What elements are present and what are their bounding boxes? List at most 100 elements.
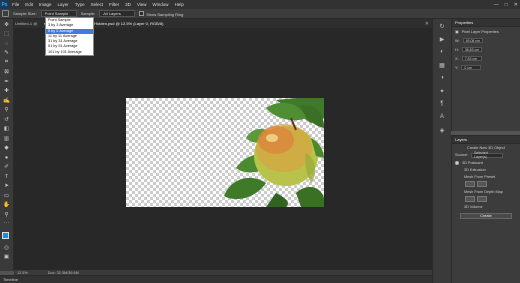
quick-select-tool-icon[interactable]: ✎ bbox=[2, 50, 11, 58]
x-label: X: bbox=[455, 56, 459, 61]
layers-panel: Layers Create New 3D Object Source: Sele… bbox=[451, 135, 520, 283]
option-3d-volume[interactable]: 3D Volume bbox=[452, 203, 520, 210]
width-row: W: 49.08 cm bbox=[452, 36, 520, 45]
zoom-level[interactable]: 12.5% bbox=[17, 271, 28, 275]
swatches-panel-icon[interactable]: ▦ bbox=[438, 61, 446, 69]
color-panel-icon[interactable]: ◐ bbox=[438, 48, 446, 56]
character-panel-icon[interactable]: A bbox=[438, 113, 446, 121]
photoshop-logo[interactable]: Ps bbox=[0, 0, 9, 9]
menu-filter[interactable]: Filter bbox=[106, 2, 122, 7]
pixel-layer-properties-title: Pixel Layer Properties bbox=[461, 29, 499, 34]
source-select[interactable]: Selected Layer(s) bbox=[471, 151, 504, 159]
menu-help[interactable]: Help bbox=[172, 2, 187, 7]
y-field[interactable]: 0 cm bbox=[461, 65, 482, 70]
menu-file[interactable]: File bbox=[9, 2, 22, 7]
layers-tab[interactable]: Layers bbox=[452, 136, 520, 144]
source-row: Source: Selected Layer(s) bbox=[452, 151, 520, 159]
source-label: Source: bbox=[455, 153, 469, 157]
option-3d-postcard[interactable]: 3D Postcard bbox=[452, 159, 520, 166]
styles-panel-icon[interactable]: ✦ bbox=[438, 87, 446, 95]
x-row: X: 7.83 cm bbox=[452, 54, 520, 63]
width-label: W: bbox=[455, 38, 460, 43]
close-tab-icon[interactable]: ✕ bbox=[425, 21, 429, 27]
menu-3d[interactable]: 3D bbox=[122, 2, 134, 7]
more-tools-icon[interactable]: ⋯ bbox=[2, 221, 11, 229]
option-label: 3D Extrusion bbox=[464, 167, 486, 172]
sample-select[interactable]: All Layers bbox=[99, 10, 136, 17]
history-brush-tool-icon[interactable]: ↺ bbox=[2, 116, 11, 124]
menu-image[interactable]: Image bbox=[36, 2, 55, 7]
path-selection-tool-icon[interactable]: ➤ bbox=[2, 183, 11, 191]
depth-map-thumbnail[interactable] bbox=[477, 196, 487, 202]
menu-layer[interactable]: Layer bbox=[55, 2, 72, 7]
menu-window[interactable]: Window bbox=[150, 2, 172, 7]
menu-select[interactable]: Select bbox=[88, 2, 107, 7]
lasso-tool-icon[interactable]: ◌ bbox=[2, 40, 11, 48]
x-field[interactable]: 7.83 cm bbox=[461, 56, 482, 61]
depth-map-thumbnail[interactable] bbox=[465, 196, 475, 202]
pixel-layer-icon: ▣ bbox=[455, 30, 459, 34]
preset-thumbnail[interactable] bbox=[465, 181, 475, 187]
show-sampling-ring-checkbox[interactable]: Show Sampling Ring bbox=[139, 10, 184, 17]
blur-tool-icon[interactable]: ◆ bbox=[2, 145, 11, 153]
3d-panel-icon[interactable]: ◈ bbox=[438, 126, 446, 134]
document-size[interactable]: Doc: 32.3M/36.6M bbox=[48, 271, 79, 275]
quick-mask-icon[interactable]: ◎ bbox=[2, 244, 11, 252]
move-tool-icon[interactable]: ✥ bbox=[2, 21, 11, 29]
eyedropper-tool-icon[interactable]: ✒ bbox=[2, 78, 11, 86]
sample-size-label: Sample Size: bbox=[13, 11, 37, 16]
timeline-panel: Timeline bbox=[0, 275, 432, 283]
sample-size-select[interactable]: Point Sample bbox=[40, 10, 77, 17]
dropdown-option[interactable]: 101 by 101 Average bbox=[46, 50, 93, 55]
eyedropper-preset-icon[interactable] bbox=[2, 10, 9, 17]
y-row: Y: 0 cm bbox=[452, 63, 520, 72]
menu-type[interactable]: Type bbox=[72, 2, 88, 7]
gradient-tool-icon[interactable]: ▥ bbox=[2, 135, 11, 143]
properties-tab[interactable]: Properties bbox=[452, 19, 520, 27]
healing-brush-tool-icon[interactable]: ✚ bbox=[2, 88, 11, 96]
option-label: 3D Volume bbox=[464, 204, 483, 209]
actions-panel-icon[interactable]: ▶ bbox=[438, 35, 446, 43]
pen-tool-icon[interactable]: ✐ bbox=[2, 164, 11, 172]
canvas-area[interactable] bbox=[14, 28, 432, 270]
color-swatches[interactable] bbox=[1, 232, 12, 242]
hand-tool-icon[interactable]: ✋ bbox=[2, 202, 11, 210]
foreground-color-swatch[interactable] bbox=[1, 232, 9, 239]
document-canvas[interactable] bbox=[126, 98, 324, 207]
apple-image bbox=[224, 98, 324, 207]
pixel-layer-properties-header: ▣ Pixel Layer Properties bbox=[452, 27, 520, 36]
menu-edit[interactable]: Edit bbox=[22, 2, 36, 7]
brush-tool-icon[interactable]: ✍ bbox=[2, 97, 11, 105]
screen-mode-icon[interactable]: ▣ bbox=[2, 254, 11, 262]
menu-view[interactable]: View bbox=[134, 2, 150, 7]
option-label: Mesh From Preset bbox=[464, 174, 496, 179]
paragraph-panel-icon[interactable]: ¶ bbox=[438, 100, 446, 108]
option-3d-extrusion[interactable]: 3D Extrusion bbox=[452, 166, 520, 173]
history-panel-icon[interactable]: ↻ bbox=[438, 22, 446, 30]
eraser-tool-icon[interactable]: ◧ bbox=[2, 126, 11, 134]
width-field[interactable]: 49.08 cm bbox=[462, 38, 483, 43]
close-icon[interactable]: ✕ bbox=[514, 2, 518, 8]
maximize-icon[interactable]: □ bbox=[505, 2, 508, 8]
zoom-tool-icon[interactable]: ⚲ bbox=[2, 211, 11, 219]
clone-stamp-tool-icon[interactable]: ⚲ bbox=[2, 107, 11, 115]
crop-tool-icon[interactable]: ⌗ bbox=[2, 59, 11, 67]
dodge-tool-icon[interactable]: ● bbox=[2, 154, 11, 162]
type-tool-icon[interactable]: T bbox=[2, 173, 11, 181]
properties-panel: Properties ▣ Pixel Layer Properties W: 4… bbox=[451, 19, 520, 131]
adjustments-panel-icon[interactable]: ◑ bbox=[438, 74, 446, 82]
create-button[interactable]: Create bbox=[460, 213, 512, 219]
checkbox-icon bbox=[139, 10, 145, 16]
document-tab-prefix: Untitled-1 @ bbox=[15, 21, 38, 26]
frame-tool-icon[interactable]: ⊠ bbox=[2, 69, 11, 77]
height-field[interactable]: 36.83 cm bbox=[461, 47, 483, 52]
rectangle-tool-icon[interactable]: ▭ bbox=[2, 192, 11, 200]
option-mesh-from-preset[interactable]: Mesh From Preset bbox=[452, 173, 520, 180]
panel-icon-strip: ↻ ▶ ◐ ▦ ◑ ✦ ¶ A ◈ bbox=[432, 19, 451, 283]
marquee-tool-icon[interactable]: ⬚ bbox=[2, 31, 11, 39]
timeline-label[interactable]: Timeline bbox=[3, 277, 18, 282]
minimize-icon[interactable]: — bbox=[494, 2, 499, 8]
preset-thumbnail[interactable] bbox=[477, 181, 487, 187]
option-mesh-from-depth-map[interactable]: Mesh From Depth Map bbox=[452, 188, 520, 195]
show-sampling-ring-label: Show Sampling Ring bbox=[146, 11, 184, 17]
